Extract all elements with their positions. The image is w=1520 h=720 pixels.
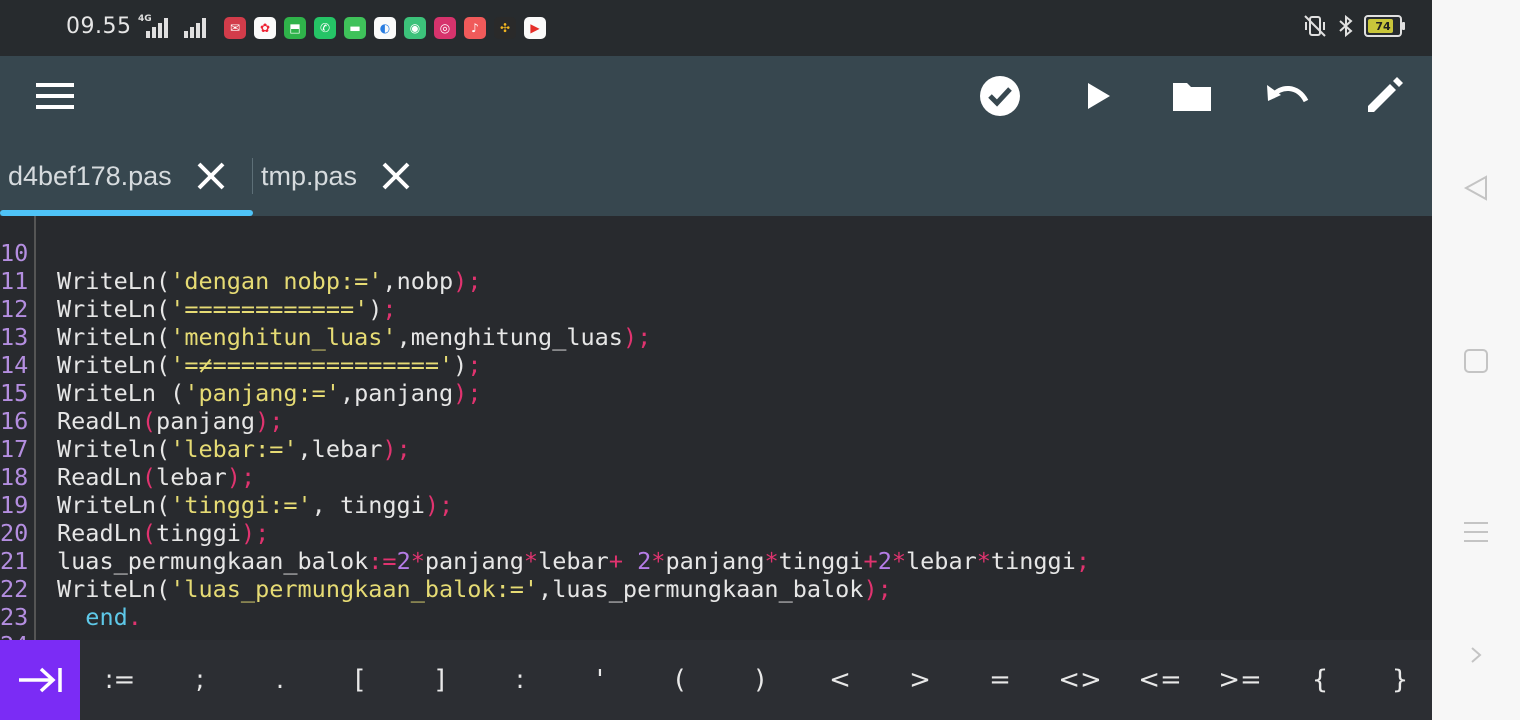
code-line: 23 xyxy=(0,575,85,631)
key-greater-equal[interactable]: >= xyxy=(1200,640,1280,720)
vibrate-off-icon xyxy=(1304,15,1326,37)
message-icon: ▬ xyxy=(344,17,366,39)
code-line: 10 WriteLn('dengan nobp:=',nobp); xyxy=(0,239,482,295)
back-triangle-icon xyxy=(1463,175,1487,201)
folder-icon xyxy=(1173,83,1211,111)
line-number: 24 xyxy=(0,631,30,640)
instagram-icon: ◎ xyxy=(434,17,456,39)
signal-icon-2 xyxy=(184,18,206,38)
mail-app-icon: ✉ xyxy=(224,17,246,39)
recents-menu-icon xyxy=(1464,522,1488,542)
key-less-equal[interactable]: <= xyxy=(1120,640,1200,720)
edit-pencil-icon xyxy=(1368,77,1403,112)
code-line: 12 WriteLn('menghitun_luas',menghitung_l… xyxy=(0,295,652,351)
check-circle-icon xyxy=(980,76,1020,116)
key-left-paren[interactable]: ( xyxy=(640,640,720,720)
tab-arrow-icon xyxy=(19,667,62,693)
code-line: 13 WriteLn('=≠================'); xyxy=(0,323,482,379)
code-line: 20 luas_permungkaan_balok:=2*panjang*leb… xyxy=(0,519,1090,575)
key-less-than[interactable]: < xyxy=(800,640,880,720)
bluetooth-icon xyxy=(1339,14,1353,38)
status-bar: 09.55 4G ✉ ✿ ⬒ ✆ ▬ ◐ ◉ ◎ ♪ ✣ ▶ 74 xyxy=(0,0,1432,56)
home-square-icon xyxy=(1464,349,1488,373)
key-period[interactable]: . xyxy=(240,640,320,720)
undo-icon xyxy=(1267,85,1309,103)
system-navigation-bar xyxy=(1432,0,1520,720)
menu-button[interactable] xyxy=(32,74,80,118)
status-time: 09.55 xyxy=(66,14,132,39)
close-tab-button[interactable] xyxy=(194,159,228,193)
youtube-icon: ▶ xyxy=(524,17,546,39)
chevron-right-icon xyxy=(1471,647,1482,663)
chat-icon: ◉ xyxy=(404,17,426,39)
key-right-paren[interactable]: ) xyxy=(720,640,800,720)
key-semicolon[interactable]: ; xyxy=(160,640,240,720)
system-icons: 74 xyxy=(1302,14,1405,38)
signal-icon xyxy=(146,18,168,38)
code-line: 14 WriteLn ('panjang:=',panjang); xyxy=(0,351,482,407)
code-line: 24 xyxy=(0,603,85,640)
code-editor[interactable]: 10 WriteLn('dengan nobp:=',nobp); 11 Wri… xyxy=(0,216,1432,640)
key-left-brace[interactable]: { xyxy=(1280,640,1360,720)
key-right-brace[interactable]: } xyxy=(1360,640,1432,720)
close-icon xyxy=(382,162,410,190)
tab-key[interactable] xyxy=(0,640,80,720)
app-window: 09.55 4G ✉ ✿ ⬒ ✆ ▬ ◐ ◉ ◎ ♪ ✣ ▶ 74 d4bef1… xyxy=(0,0,1432,720)
menu-icon xyxy=(36,83,74,109)
code-line: 15 ReadLn(panjang); xyxy=(0,379,284,435)
key-greater-than[interactable]: > xyxy=(880,640,960,720)
key-left-bracket[interactable]: [ xyxy=(320,640,400,720)
photos-app-icon: ✿ xyxy=(254,17,276,39)
symbol-keybar: := ; . [ ] : ' ( ) < > = <> <= >= { } xyxy=(0,640,1432,720)
whatsapp-icon: ✆ xyxy=(314,17,336,39)
pinwheel-app-icon: ✣ xyxy=(494,17,516,39)
key-equals[interactable]: = xyxy=(960,640,1040,720)
notification-icons: ✉ ✿ ⬒ ✆ ▬ ◐ ◉ ◎ ♪ ✣ ▶ xyxy=(224,17,546,39)
browser-icon: ◐ xyxy=(374,17,396,39)
tab-tmp[interactable]: tmp.pas xyxy=(261,136,413,216)
expand-button[interactable] xyxy=(1432,644,1520,666)
close-tab-button[interactable] xyxy=(379,159,413,193)
code-line: 19 ReadLn(tinggi); xyxy=(0,491,270,547)
tab-label: d4bef178.pas xyxy=(8,160,172,191)
edit-button[interactable] xyxy=(1360,74,1408,118)
code-line: 11 WriteLn('============'); xyxy=(0,267,397,323)
store-app-icon: ⬒ xyxy=(284,17,306,39)
battery-level: 74 xyxy=(1375,19,1391,33)
file-tabs: d4bef178.pas tmp.pas xyxy=(0,136,1432,352)
key-not-equal[interactable]: <> xyxy=(1040,640,1120,720)
recents-button[interactable] xyxy=(1432,518,1520,546)
key-colon[interactable]: : xyxy=(480,640,560,720)
compile-button[interactable] xyxy=(976,74,1024,118)
app-toolbar xyxy=(0,56,1432,136)
key-assign[interactable]: := xyxy=(80,640,160,720)
run-button[interactable] xyxy=(1074,74,1122,118)
back-button[interactable] xyxy=(1432,174,1520,202)
key-quote[interactable]: ' xyxy=(560,640,640,720)
open-file-button[interactable] xyxy=(1168,74,1216,118)
code-line: 22 end. xyxy=(0,575,142,631)
code-line: 21 WriteLn('luas_permungkaan_balok:=',lu… xyxy=(0,547,892,603)
tab-divider xyxy=(252,158,253,194)
key-right-bracket[interactable]: ] xyxy=(400,640,480,720)
code-line: 16 Writeln('lebar:=',lebar); xyxy=(0,407,411,463)
home-button[interactable] xyxy=(1432,348,1520,374)
tab-d4bef178[interactable]: d4bef178.pas xyxy=(8,136,228,216)
tab-label: tmp.pas xyxy=(261,160,358,191)
code-line: 17 ReadLn(lebar); xyxy=(0,435,256,491)
battery-icon: 74 xyxy=(1364,15,1405,37)
music-icon: ♪ xyxy=(464,17,486,39)
code-line: 18 WriteLn('tinggi:=', tinggi); xyxy=(0,463,454,519)
undo-button[interactable] xyxy=(1264,74,1312,118)
close-icon xyxy=(197,162,225,190)
play-icon xyxy=(1088,83,1110,109)
